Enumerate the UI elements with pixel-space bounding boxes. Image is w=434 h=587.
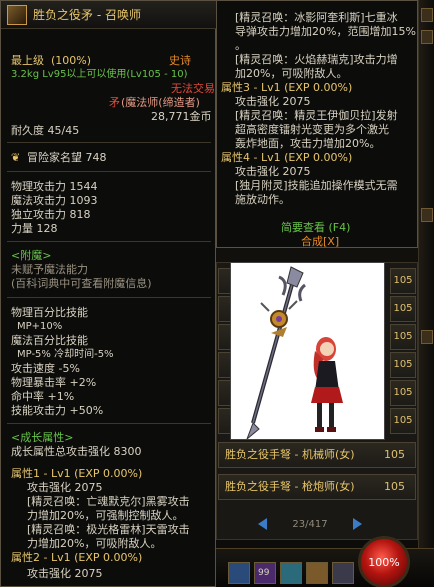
stat-line: 物理攻击力 1544	[11, 180, 98, 193]
stat-line: 力量 128	[11, 222, 58, 235]
edge-button[interactable]	[421, 208, 433, 222]
attr3-head: 属性3 - Lv1 (EXP 0.00%)	[221, 81, 353, 94]
stat-line: 魔法攻击力 1093	[11, 194, 98, 207]
item-name: 胜负之役矛 - 召唤师	[33, 8, 141, 22]
attr-line: 导弹攻击力增加20%，范围增加15%	[235, 25, 416, 38]
list-item-level[interactable]: 105	[390, 380, 416, 406]
list-item-level[interactable]: 105	[390, 408, 416, 434]
attr-line: 。	[235, 39, 246, 52]
item-durability: 耐久度 45/45	[11, 124, 80, 137]
list-item[interactable]: 胜负之役手弩 - 机械师(女) 105	[218, 442, 416, 468]
attr3-line: 超高密度镭射光变更为多个激光	[235, 123, 389, 136]
growth-title: <成长属性>	[11, 431, 74, 444]
item-rarity: 史诗	[169, 54, 191, 67]
item-grade: 最上级	[11, 54, 44, 67]
attr2-power: 攻击强化 2075	[27, 567, 103, 580]
hp-percent: 100%	[368, 555, 400, 569]
skill-line: MP+10%	[17, 321, 63, 332]
skill-line: 攻击速度 -5%	[11, 362, 80, 375]
enchant-line: (百科词典中可查看附魔信息)	[11, 277, 152, 290]
skill-slot[interactable]	[228, 562, 250, 584]
item-type: 矛	[109, 96, 120, 109]
divider	[7, 423, 211, 424]
attr3-power: 攻击强化 2075	[235, 95, 311, 108]
hp-orb: 100%	[358, 536, 410, 587]
attr1-head: 属性1 - Lv1 (EXP 0.00%)	[11, 467, 143, 480]
divider	[7, 241, 211, 242]
list-item-level[interactable]: 105	[390, 324, 416, 350]
skill-line: 命中率 +1%	[11, 390, 75, 403]
list-item-name: 胜负之役手弩 - 枪炮师(女)	[225, 480, 355, 493]
attr4-line: [独月附灵]技能追加操作模式无需	[235, 179, 398, 192]
list-item-level[interactable]: 105	[390, 296, 416, 322]
right-edge-panel	[418, 0, 434, 587]
divider	[7, 297, 211, 298]
skill-slot[interactable]	[332, 562, 354, 584]
attr1-line: 力增加20%，可强制控制敌人。	[27, 509, 184, 522]
skill-slot[interactable]	[306, 562, 328, 584]
item-tooltip-continued: [精灵召唤：冰影阿奎利斯]七重冰 导弹攻击力增加20%，范围增加15% 。 [精…	[216, 0, 418, 248]
pagination: 23/417	[258, 515, 362, 533]
attr4-power: 攻击强化 2075	[235, 165, 311, 178]
item-grade-pct: (100%)	[51, 54, 92, 67]
list-item-level: 105	[384, 448, 405, 461]
attr3-line: [精灵召唤：精灵王伊伽贝拉]发射	[235, 109, 398, 122]
item-price: 28,771金币	[151, 110, 212, 123]
list-item-name: 胜负之役手弩 - 机械师(女)	[225, 448, 355, 461]
attr1-power: 攻击强化 2075	[27, 481, 103, 494]
spear-character-illustration	[246, 266, 343, 439]
attr2-head: 属性2 - Lv1 (EXP 0.00%)	[11, 551, 143, 564]
spear-icon	[7, 5, 27, 25]
trade-status: 无法交易	[171, 82, 215, 95]
skill-slot[interactable]	[280, 562, 302, 584]
skill-line: 物理百分比技能	[11, 306, 88, 319]
list-item-level: 105	[384, 480, 405, 493]
fame-icon: ❦	[11, 151, 21, 164]
weapon-preview	[230, 262, 385, 440]
list-item-level[interactable]: 105	[390, 352, 416, 378]
divider	[7, 142, 211, 143]
edge-button[interactable]	[421, 30, 433, 44]
compose-hint[interactable]: 合成[X]	[301, 235, 339, 249]
attr-line: [精灵召唤：冰影阿奎利斯]七重冰	[235, 11, 398, 24]
attr1-line: [精灵召唤：亡魂默克尔]黑雾攻击	[27, 495, 190, 508]
tooltip-title-bar: 胜负之役矛 - 召唤师	[1, 1, 217, 29]
prev-page-icon[interactable]	[258, 518, 267, 530]
adventurer-fame: 冒险家名望 748	[27, 151, 107, 164]
item-requirement: 3.2kg Lv95以上可以使用(Lv105 - 10)	[11, 69, 188, 80]
skill-line: 魔法百分比技能	[11, 334, 88, 347]
list-item[interactable]: 胜负之役手弩 - 枪炮师(女) 105	[218, 474, 416, 500]
item-job: (魔法师(缔造者)	[121, 96, 200, 109]
attr-line: [精灵召唤：火焰赫瑞克]攻击力增	[235, 53, 398, 66]
enchant-line: 未赋予魔法能力	[11, 263, 88, 276]
attr3-line: 轰炸地面，攻击力增加20%。	[235, 137, 381, 150]
growth-total: 成长属性总攻击强化 8300	[11, 445, 142, 458]
skill-line: 物理暴击率 +2%	[11, 376, 97, 389]
attr4-head: 属性4 - Lv1 (EXP 0.00%)	[221, 151, 353, 164]
attr4-line: 施放动作。	[235, 193, 290, 206]
attr-line: 加20%，可吸附敌人。	[235, 67, 348, 80]
brief-view-hint[interactable]: 简要查看 (F4)	[281, 221, 350, 235]
skill-line: 技能攻击力 +50%	[11, 404, 104, 417]
divider	[7, 171, 211, 172]
item-tooltip: 胜负之役矛 - 召唤师 最上级 (100%) 史诗 3.2kg Lv95以上可以…	[0, 0, 217, 587]
edge-button[interactable]	[421, 8, 433, 22]
skill-line: MP-5% 冷却时间-5%	[17, 349, 114, 360]
next-page-icon[interactable]	[353, 518, 362, 530]
stat-line: 独立攻击力 818	[11, 208, 91, 221]
enchant-title: <附魔>	[11, 249, 52, 262]
page-indicator: 23/417	[292, 518, 328, 530]
attr1-line: 力增加20%，可吸附敌人。	[27, 537, 162, 550]
attr1-line: [精灵召唤：极光格雷林]天雷攻击	[27, 523, 190, 536]
slot-count: 99	[258, 568, 270, 578]
edge-button[interactable]	[421, 330, 433, 344]
list-item-level[interactable]: 105	[390, 268, 416, 294]
